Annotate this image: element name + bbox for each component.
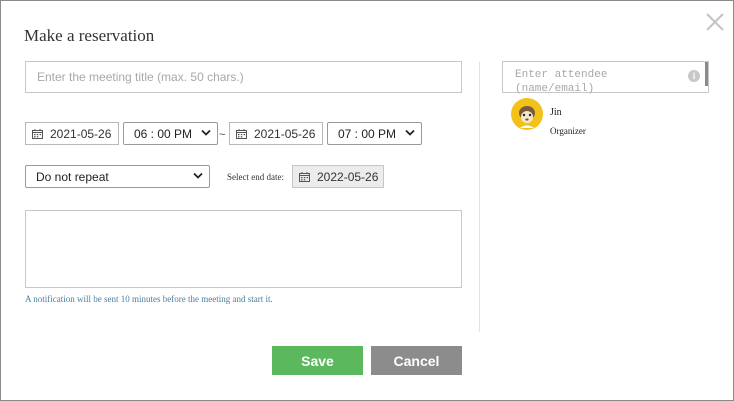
end-time-value: 07 : 00 PM — [338, 126, 397, 141]
calendar-icon — [32, 128, 43, 139]
end-date-value: 2021-05-26 — [254, 126, 316, 141]
repeat-select[interactable]: Do not repeat — [25, 165, 210, 188]
end-date-picker[interactable]: 2021-05-26 — [229, 122, 323, 145]
attendee-input-placeholder: Enter attendee (name/email) — [515, 69, 608, 95]
repeat-end-date-value: 2022-05-26 — [317, 169, 379, 184]
time-range-separator: ~ — [219, 129, 226, 141]
cancel-button[interactable]: Cancel — [371, 346, 462, 375]
info-icon[interactable]: i — [688, 70, 700, 82]
calendar-icon — [299, 171, 310, 182]
attendee-input[interactable]: Enter attendee (name/email) i — [502, 61, 709, 95]
attendee-name: Jin — [550, 107, 562, 118]
repeat-value: Do not repeat — [36, 169, 109, 184]
start-time-select[interactable]: 06 : 00 PM — [123, 122, 218, 145]
attendee-role: Organizer — [550, 126, 586, 136]
chevron-down-icon — [193, 172, 203, 179]
end-time-select[interactable]: 07 : 00 PM — [327, 122, 422, 145]
dialog-title: Make a reservation — [24, 26, 155, 45]
meeting-title-input[interactable] — [25, 61, 462, 93]
start-date-value: 2021-05-26 — [50, 126, 112, 141]
attendee-input-scrollbar[interactable] — [705, 62, 708, 86]
avatar — [511, 98, 543, 130]
chevron-down-icon — [201, 129, 211, 136]
save-button[interactable]: Save — [272, 346, 363, 375]
reservation-dialog: Make a reservation 2021-05-26 06 : 00 PM… — [0, 0, 734, 401]
panel-divider — [479, 62, 480, 332]
start-date-picker[interactable]: 2021-05-26 — [25, 122, 119, 145]
end-date-label: Select end date: — [227, 172, 284, 182]
chevron-down-icon — [405, 129, 415, 136]
meeting-memo-textarea[interactable] — [25, 210, 462, 288]
calendar-icon — [236, 128, 247, 139]
notification-notice: A notification will be sent 10 minutes b… — [25, 294, 273, 304]
start-time-value: 06 : 00 PM — [134, 126, 193, 141]
repeat-end-date-picker[interactable]: 2022-05-26 — [292, 165, 384, 188]
close-icon[interactable] — [704, 11, 726, 33]
